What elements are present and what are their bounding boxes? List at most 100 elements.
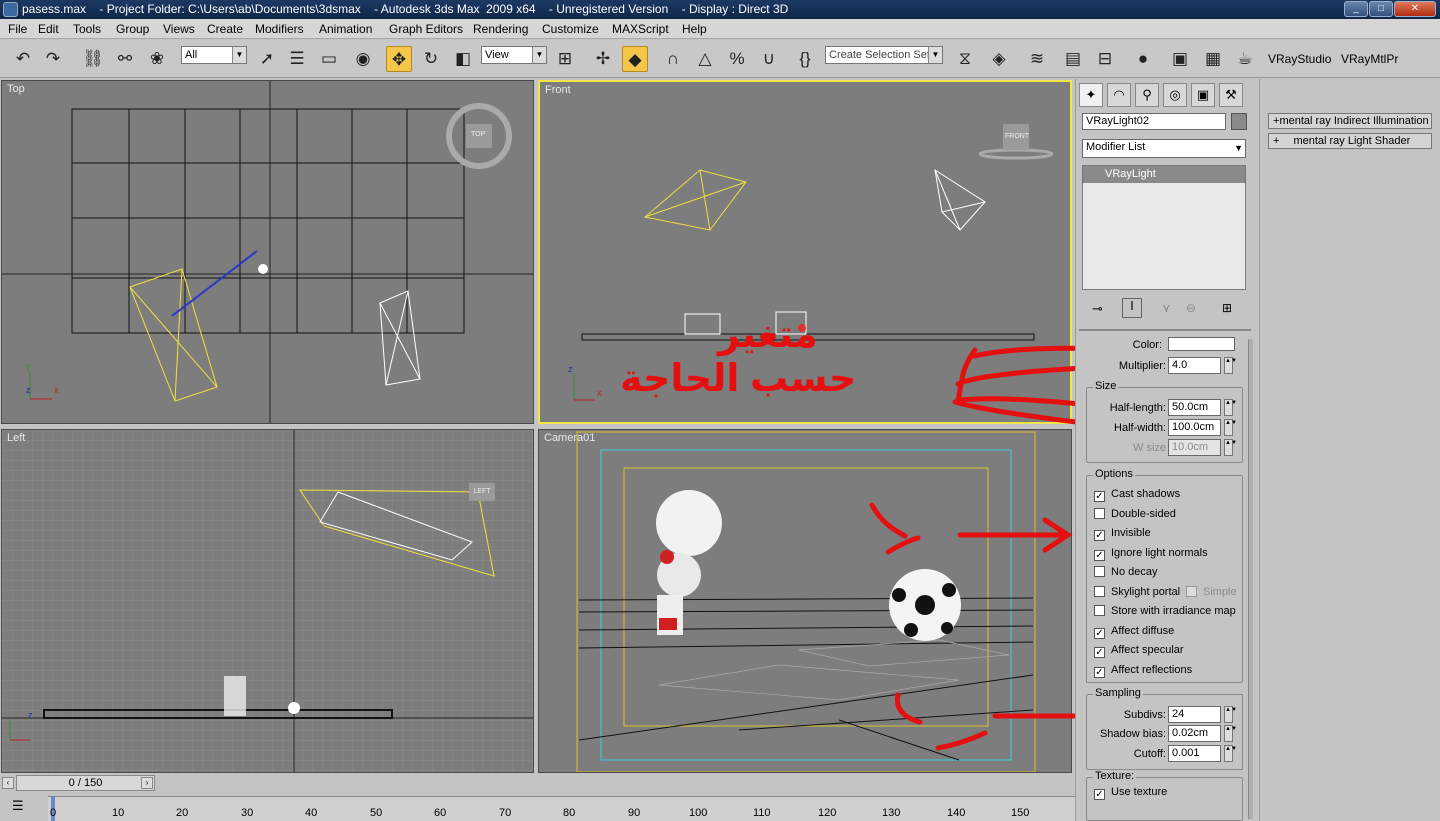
make-unique-icon[interactable]: ⋎: [1162, 301, 1171, 315]
checkbox-double-sided[interactable]: [1094, 508, 1105, 519]
ignore-light-normals-label: Ignore light normals: [1111, 547, 1208, 559]
cutoff-label: Cutoff:: [1133, 748, 1166, 760]
multiplier-spinner[interactable]: ▲▼: [1224, 357, 1237, 374]
hierarchy-tab-icon[interactable]: ⚲: [1135, 83, 1159, 107]
display-tab-icon[interactable]: ▣: [1191, 83, 1215, 107]
affect-diffuse-checkbox[interactable]: ✓ Affect diffuse: [1094, 625, 1174, 639]
w-size-field[interactable]: 10.0cm: [1168, 439, 1221, 456]
configure-sets-icon[interactable]: ⊞: [1222, 301, 1232, 315]
modifier-list-dropdown[interactable]: Modifier List ▼: [1082, 139, 1246, 158]
modifier-list-label: Modifier List: [1086, 141, 1146, 153]
checkbox-ignore-light-normals[interactable]: ✓: [1094, 550, 1105, 561]
w-size-spinner[interactable]: ▲▼: [1224, 439, 1237, 456]
shadow-bias-field[interactable]: 0.02cm: [1168, 725, 1221, 742]
checkbox-no-decay[interactable]: [1094, 566, 1105, 577]
double-sided-label: Double-sided: [1111, 508, 1176, 520]
tick-label: 50: [370, 807, 383, 819]
checkbox-affect-reflections[interactable]: ✓: [1094, 667, 1105, 678]
multiplier-field[interactable]: 4.0: [1168, 357, 1221, 374]
mental-ray-indirect-label: mental ray Indirect Illumination: [1279, 115, 1429, 127]
half-length-spinner[interactable]: ▲▼: [1224, 399, 1237, 416]
checkbox-store-irradiance[interactable]: [1094, 605, 1105, 616]
no-decay-checkbox[interactable]: No decay: [1094, 566, 1157, 578]
tick-label: 60: [434, 807, 447, 819]
multiplier-label: Multiplier:: [1118, 360, 1166, 372]
ignore-light-normals-checkbox[interactable]: ✓ Ignore light normals: [1094, 547, 1208, 561]
checkbox-skylight-portal[interactable]: [1094, 586, 1105, 597]
slider-right-arrow-icon[interactable]: ›: [141, 777, 153, 789]
object-color-swatch[interactable]: [1231, 113, 1247, 130]
show-end-result-icon[interactable]: Ⅰ: [1122, 298, 1142, 318]
pin-stack-icon[interactable]: ⊸: [1092, 301, 1103, 317]
use-texture-checkbox[interactable]: ✓ Use texture: [1094, 786, 1167, 800]
sampling-group-label: Sampling: [1093, 687, 1143, 699]
invisible-checkbox[interactable]: ✓ Invisible: [1094, 527, 1151, 541]
tick-label: 150: [1011, 807, 1030, 819]
panel-divider: [1079, 329, 1251, 331]
checkbox-invisible[interactable]: ✓: [1094, 530, 1105, 541]
simple-checkbox[interactable]: Simple: [1186, 586, 1237, 598]
use-texture-label: Use texture: [1111, 786, 1168, 798]
affect-specular-label: Affect specular: [1111, 644, 1184, 656]
checkbox-use-texture[interactable]: ✓: [1094, 789, 1105, 800]
tick-label: 20: [176, 807, 189, 819]
annotation-text-variable: متغير: [718, 314, 818, 356]
tick-label: 90: [628, 807, 641, 819]
mini-curve-editor-icon[interactable]: ☰: [12, 798, 32, 816]
cast-shadows-checkbox[interactable]: ✓ Cast shadows: [1094, 488, 1180, 502]
w-size-label: W size: [1133, 442, 1166, 454]
remove-modifier-icon[interactable]: ⊖: [1186, 301, 1196, 315]
motion-tab-icon[interactable]: ◎: [1163, 83, 1187, 107]
affect-reflections-checkbox[interactable]: ✓ Affect reflections: [1094, 664, 1192, 678]
tick-label: 140: [947, 807, 966, 819]
modifier-stack: VRayLight: [1082, 165, 1246, 290]
tick-label: 110: [753, 807, 771, 819]
slider-left-arrow-icon[interactable]: ‹: [2, 777, 14, 789]
skylight-portal-checkbox[interactable]: Skylight portal: [1094, 586, 1180, 598]
track-bar[interactable]: [48, 796, 1075, 821]
command-panel: ✦ ◠ ⚲ ◎ ▣ ⚒ VRayLight02 Modifier List ▼ V…: [1075, 79, 1258, 821]
mental-ray-light-shader-button[interactable]: + mental ray Light Shader: [1268, 133, 1432, 149]
object-name-field[interactable]: VRayLight02: [1082, 113, 1226, 130]
annotation-text-as-needed: حسب الحاجة: [620, 358, 857, 400]
store-irradiance-label: Store with irradiance map: [1111, 605, 1236, 617]
time-slider[interactable]: 0 / 150: [16, 775, 155, 791]
store-irradiance-checkbox[interactable]: Store with irradiance map: [1094, 605, 1236, 617]
subdivs-label: Subdivs:: [1123, 709, 1166, 721]
half-width-spinner[interactable]: ▲▼: [1224, 419, 1237, 436]
color-label: Color:: [1132, 339, 1162, 351]
affect-specular-checkbox[interactable]: ✓ Affect specular: [1094, 644, 1184, 658]
texture-group-label: Texture:: [1093, 770, 1137, 782]
chevron-down-icon: ▼: [1234, 143, 1243, 153]
checkbox-simple[interactable]: [1186, 586, 1197, 597]
tick-label: 10: [112, 807, 125, 819]
tick-label: 130: [882, 807, 901, 819]
stack-item-vraylight[interactable]: VRayLight: [1083, 166, 1245, 183]
shadow-bias-label: Shadow bias:: [1099, 728, 1166, 740]
mental-ray-indirect-illumination-button[interactable]: +mental ray Indirect Illumination: [1268, 113, 1432, 129]
options-group-label: Options: [1093, 468, 1135, 480]
subdivs-field[interactable]: 24: [1168, 706, 1221, 723]
color-swatch[interactable]: [1168, 337, 1235, 351]
tick-label: 120: [818, 807, 837, 819]
cutoff-field[interactable]: 0.001: [1168, 745, 1221, 762]
checkbox-cast-shadows[interactable]: ✓: [1094, 491, 1105, 502]
half-length-label: Half-length:: [1109, 402, 1166, 414]
checkbox-affect-diffuse[interactable]: ✓: [1094, 628, 1105, 639]
half-width-field[interactable]: 100.0cm: [1168, 419, 1221, 436]
double-sided-checkbox[interactable]: Double-sided: [1094, 508, 1176, 520]
checkbox-affect-specular[interactable]: ✓: [1094, 647, 1105, 658]
utilities-tab-icon[interactable]: ⚒: [1219, 83, 1243, 107]
rollout-panel: +mental ray Indirect Illumination + menta…: [1259, 79, 1440, 821]
time-slider-label: 0 / 150: [68, 777, 103, 789]
cutoff-spinner[interactable]: ▲▼: [1224, 745, 1237, 762]
subdivs-spinner[interactable]: ▲▼: [1224, 706, 1237, 723]
create-tab-icon[interactable]: ✦: [1079, 83, 1103, 107]
tick-label: 100: [689, 807, 708, 819]
command-panel-scrollbar[interactable]: [1248, 339, 1253, 819]
shadow-bias-spinner[interactable]: ▲▼: [1224, 725, 1237, 742]
tick-label: 70: [499, 807, 512, 819]
modify-tab-icon[interactable]: ◠: [1107, 83, 1131, 107]
affect-reflections-label: Affect reflections: [1111, 664, 1193, 676]
half-length-field[interactable]: 50.0cm: [1168, 399, 1221, 416]
